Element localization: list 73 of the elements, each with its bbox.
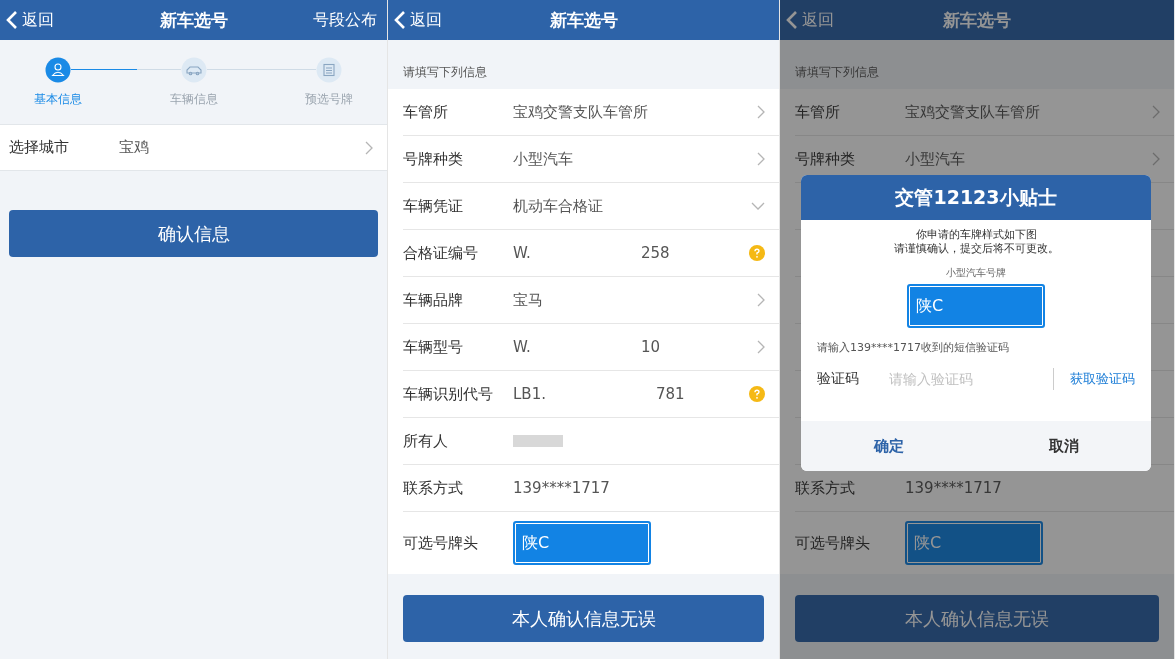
plate-caption: 小型汽车号牌 — [946, 266, 1006, 280]
field-label: 选择城市 — [9, 138, 70, 157]
cancel-button[interactable]: 取消 — [976, 421, 1151, 471]
screen-title: 新车选号 — [159, 8, 228, 32]
field-label: 联系方式 — [403, 478, 464, 498]
field-label: 号牌种类 — [795, 149, 856, 169]
confirm-button[interactable]: 本人确认信息无误 — [795, 595, 1159, 642]
field-value: 宝鸡交警支队车管所 — [905, 102, 1040, 122]
field-label: 号牌种类 — [403, 149, 464, 169]
field-value: 小型汽车 — [513, 149, 573, 169]
field-value: 781 — [655, 385, 685, 403]
field-value: 小型汽车 — [905, 149, 965, 169]
field-label: 验证码 — [817, 370, 860, 388]
field-label: 合格证编号 — [403, 243, 479, 263]
back-icon — [6, 10, 18, 30]
field-label: 车辆品牌 — [403, 290, 464, 310]
section-title: 请填写下列信息 — [402, 64, 488, 81]
header-link[interactable]: 号段公布 — [303, 9, 387, 31]
chevron-icon — [757, 293, 765, 307]
field-value: 机动车合格证 — [513, 196, 603, 216]
screen-title: 新车选号 — [549, 8, 618, 32]
field-value: 258 — [640, 244, 670, 262]
field-label: 联系方式 — [795, 478, 856, 498]
chevron-icon — [757, 105, 765, 119]
plate-preview[interactable]: 陕C — [513, 521, 651, 565]
help-icon[interactable] — [749, 245, 765, 261]
confirm-button[interactable]: 本人确认信息无误 — [403, 595, 764, 642]
back-icon — [786, 10, 798, 30]
dialog-title: 交管12123小贴士 — [801, 175, 1151, 220]
field-value: 宝鸡 — [119, 138, 149, 157]
ok-button[interactable]: 确定 — [801, 421, 976, 471]
chevron-icon — [365, 140, 373, 155]
back-icon — [394, 10, 406, 30]
step-tab[interactable]: 基本信息 — [18, 40, 98, 124]
chevron-icon — [1152, 152, 1160, 166]
list-icon — [316, 57, 342, 83]
field-label: 可选号牌头 — [795, 533, 871, 553]
redaction-mark — [513, 435, 563, 447]
dropdown-icon — [751, 202, 765, 210]
field-value: W. — [513, 244, 531, 262]
field-label: 可选号牌头 — [403, 533, 479, 553]
field-value: LB1. — [513, 385, 546, 403]
confirm-button[interactable]: 确认信息 — [9, 210, 378, 257]
dialog-message: 你申请的车牌样式如下图 — [915, 228, 1037, 242]
chevron-icon — [1152, 105, 1160, 119]
back-button[interactable]: 返回 — [390, 9, 446, 31]
dialog-message: 请谨慎确认，提交后将不可更改。 — [893, 242, 1059, 256]
field-value: 10 — [640, 338, 660, 356]
field-value: 139****1717 — [905, 479, 1002, 497]
step-tab[interactable]: 车辆信息 — [153, 40, 234, 124]
step-tab[interactable]: 预选号牌 — [289, 40, 369, 124]
field-label: 所有人 — [403, 431, 449, 451]
chevron-icon — [757, 340, 765, 354]
get-code-link[interactable]: 获取验证码 — [1053, 368, 1135, 390]
field-value: 宝鸡交警支队车管所 — [513, 102, 648, 122]
sms-hint: 请输入139****1717收到的短信验证码 — [817, 340, 1009, 355]
field-label: 车管所 — [403, 102, 449, 122]
field-value: W. — [513, 338, 531, 356]
field-label: 车管所 — [795, 102, 841, 122]
chevron-icon — [757, 152, 765, 166]
field-label: 车辆识别代号 — [403, 384, 494, 404]
section-title: 请填写下列信息 — [794, 64, 880, 81]
field-value: 宝马 — [513, 290, 543, 310]
back-button[interactable]: 返回 — [782, 9, 838, 31]
field-value: 139****1717 — [513, 479, 610, 497]
back-button[interactable]: 返回 — [2, 9, 58, 31]
plate-preview: 陕C — [907, 284, 1045, 328]
plate-preview[interactable]: 陕C — [905, 521, 1043, 565]
field-label: 车辆凭证 — [403, 196, 464, 216]
help-icon[interactable] — [749, 386, 765, 402]
car-icon — [180, 57, 207, 83]
field-label: 车辆型号 — [403, 337, 464, 357]
screen-title: 新车选号 — [943, 8, 1011, 32]
